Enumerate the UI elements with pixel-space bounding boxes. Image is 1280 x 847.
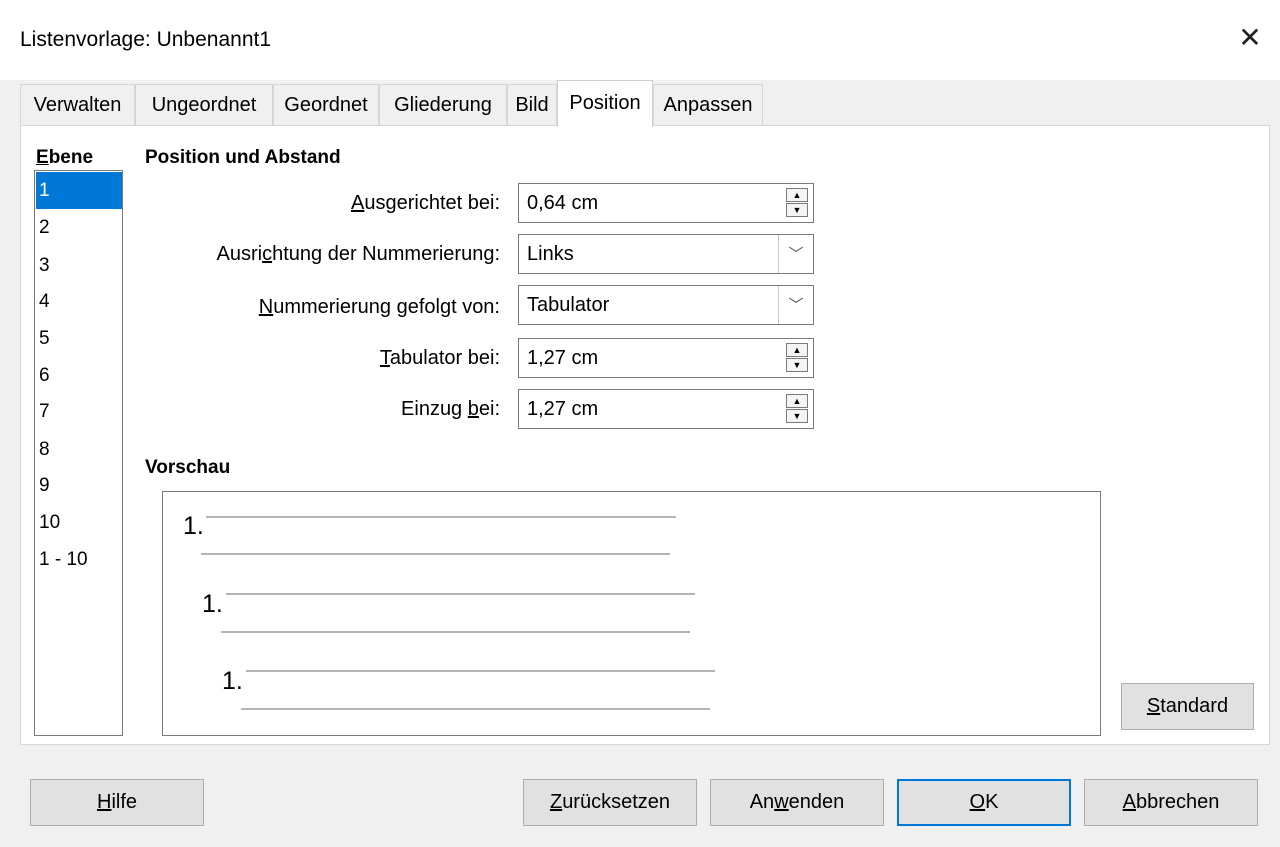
preview-line: [226, 593, 695, 595]
preview-box: 1. 1. 1.: [162, 491, 1101, 736]
tab-stop-spinfield[interactable]: 1,27 cm ▲ ▼: [518, 338, 814, 378]
aligned-at-label: Ausgerichtet bei:: [351, 192, 500, 214]
spin-up-icon[interactable]: ▲: [786, 394, 808, 408]
spin-down-icon[interactable]: ▼: [786, 409, 808, 423]
level-item[interactable]: 3: [36, 247, 122, 284]
preview-line: [206, 516, 676, 518]
aligned-at-spinner[interactable]: ▲ ▼: [786, 188, 808, 218]
indent-at-spinfield[interactable]: 1,27 cm ▲ ▼: [518, 389, 814, 429]
preview-number: 1.: [202, 590, 223, 618]
level-list[interactable]: 1 2 3 4 5 6 7 8 9 10 1 - 10: [34, 170, 123, 736]
tab-position[interactable]: Position: [557, 80, 653, 127]
preview-number: 1.: [222, 667, 243, 695]
tab-ungeordnet[interactable]: Ungeordnet: [135, 84, 273, 126]
aligned-at-spinfield[interactable]: 0,64 cm ▲ ▼: [518, 183, 814, 223]
followed-by-value: Tabulator: [527, 294, 610, 316]
tab-verwalten[interactable]: Verwalten: [20, 84, 135, 126]
cancel-button[interactable]: Abbrechen: [1084, 779, 1258, 826]
followed-by-label: Nummerierung gefolgt von:: [258, 296, 500, 318]
tab-bild[interactable]: Bild: [507, 84, 557, 126]
tab-geordnet[interactable]: Geordnet: [273, 84, 379, 126]
level-item[interactable]: 10: [36, 504, 122, 541]
indent-at-value: 1,27 cm: [527, 398, 599, 420]
numbering-alignment-value: Links: [527, 243, 574, 265]
chevron-down-icon[interactable]: ﹀: [778, 235, 813, 273]
aligned-at-value: 0,64 cm: [527, 192, 599, 214]
reset-button[interactable]: Zurücksetzen: [523, 779, 697, 826]
level-item[interactable]: 8: [36, 431, 122, 468]
spin-up-icon[interactable]: ▲: [786, 188, 808, 202]
tab-stop-value: 1,27 cm: [527, 347, 599, 369]
preview-title: Vorschau: [145, 457, 231, 478]
window-title: Listenvorlage: Unbenannt1: [20, 28, 272, 51]
level-item[interactable]: 1: [36, 172, 122, 209]
level-list-label: Ebene: [36, 147, 94, 168]
ok-button[interactable]: OK: [897, 779, 1071, 826]
level-item[interactable]: 1 - 10: [36, 541, 122, 578]
spin-down-icon[interactable]: ▼: [786, 358, 808, 372]
numbering-alignment-dropdown[interactable]: Links ﹀: [518, 234, 814, 274]
followed-by-dropdown[interactable]: Tabulator ﹀: [518, 285, 814, 325]
position-section-title: Position und Abstand: [145, 147, 341, 168]
spin-up-icon[interactable]: ▲: [786, 343, 808, 357]
spin-down-icon[interactable]: ▼: [786, 203, 808, 217]
help-button[interactable]: Hilfe: [30, 779, 204, 826]
preview-line: [221, 631, 690, 633]
tab-stop-spinner[interactable]: ▲ ▼: [786, 343, 808, 373]
preview-line: [241, 708, 710, 710]
level-item[interactable]: 4: [36, 283, 122, 320]
indent-at-spinner[interactable]: ▲ ▼: [786, 394, 808, 424]
tab-anpassen[interactable]: Anpassen: [653, 84, 763, 126]
numbering-alignment-label: Ausrichtung der Nummerierung:: [216, 243, 500, 265]
level-item[interactable]: 6: [36, 357, 122, 394]
preview-line: [201, 553, 670, 555]
level-item[interactable]: 7: [36, 393, 122, 430]
level-item[interactable]: 2: [36, 209, 122, 246]
tab-gliederung[interactable]: Gliederung: [379, 84, 507, 126]
level-item[interactable]: 9: [36, 467, 122, 504]
chevron-down-icon[interactable]: ﹀: [778, 286, 813, 324]
preview-line: [246, 670, 715, 672]
indent-at-label: Einzug bei:: [401, 398, 500, 420]
apply-button[interactable]: Anwenden: [710, 779, 884, 826]
tab-stop-label: Tabulator bei:: [379, 347, 500, 369]
level-item[interactable]: 5: [36, 320, 122, 357]
preview-number: 1.: [183, 512, 204, 540]
close-icon[interactable]: ✕: [1232, 20, 1268, 56]
standard-button[interactable]: Standard: [1121, 683, 1254, 730]
